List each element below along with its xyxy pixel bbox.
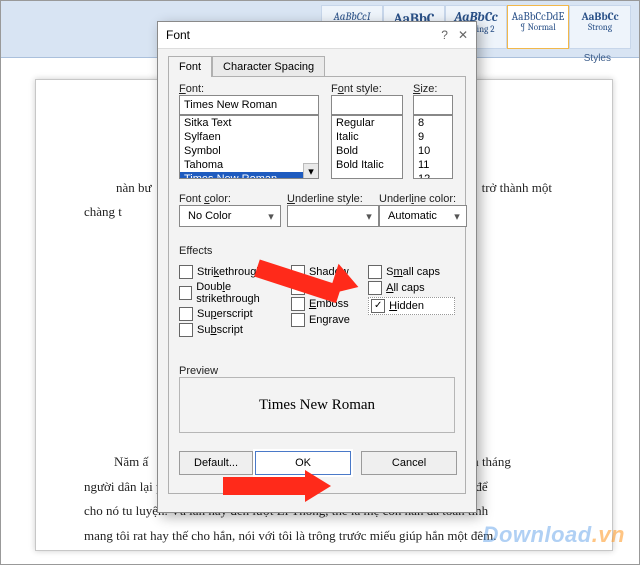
list-item[interactable]: Regular [332, 116, 402, 130]
style-strong[interactable]: AaBbCcStrong [569, 5, 631, 49]
body-text-3: chàng t [84, 200, 122, 225]
checkbox-subscript[interactable]: Subscript [179, 323, 291, 337]
dialog-titlebar[interactable]: Font ? ✕ [158, 22, 476, 49]
chevron-down-icon: ▾ [450, 209, 464, 223]
checkbox-double-strikethrough[interactable]: Double strikethrough [179, 281, 291, 305]
list-item[interactable]: Sylfaen [180, 130, 318, 144]
list-item[interactable]: 12 [414, 172, 452, 179]
font-style-input[interactable] [331, 95, 403, 115]
size-listbox[interactable]: 8 9 10 11 12 [413, 115, 453, 179]
style-normal[interactable]: AaBbCcDdE¶ Normal [507, 5, 569, 49]
checkbox-shadow[interactable]: Shadow [291, 265, 368, 279]
list-item[interactable]: 11 [414, 158, 452, 172]
list-item[interactable]: 9 [414, 130, 452, 144]
underline-style-combo[interactable]: ▾ [287, 205, 379, 227]
list-item-selected[interactable]: Times New Roman [180, 172, 318, 179]
label-underline-style: Underline style: [287, 193, 379, 205]
ok-button[interactable]: OK [255, 451, 351, 475]
list-item[interactable]: Tahoma [180, 158, 318, 172]
watermark: Download.vn [483, 522, 625, 548]
font-color-combo[interactable]: No Color ▾ [179, 205, 281, 227]
help-icon[interactable]: ? [441, 28, 448, 42]
checkbox-hidden[interactable]: Hidden [368, 297, 455, 315]
checkbox-strikethrough[interactable]: Strikethrough [179, 265, 291, 279]
dialog-title: Font [166, 28, 190, 42]
list-item[interactable]: 10 [414, 144, 452, 158]
list-item[interactable]: Bold [332, 144, 402, 158]
size-input[interactable] [413, 95, 453, 115]
tab-character-spacing[interactable]: Character Spacing [212, 56, 325, 77]
list-item[interactable]: Sitka Text [180, 116, 318, 130]
preview-text: Times New Roman [259, 397, 375, 414]
label-font-style: Font style: [331, 83, 403, 95]
font-dialog: Font ? ✕ Font Character Spacing Font: Ti… [157, 21, 477, 513]
body-text-2: trở thành một [482, 176, 552, 201]
close-icon[interactable]: ✕ [458, 28, 468, 42]
list-item[interactable]: Bold Italic [332, 158, 402, 172]
chevron-down-icon[interactable]: ▾ [303, 163, 318, 178]
checkbox-small-caps[interactable]: Small caps [368, 265, 455, 279]
body-text-1: nàn bư [116, 176, 152, 201]
label-effects: Effects [179, 245, 212, 257]
label-font: Font: [179, 83, 319, 95]
checkbox-engrave[interactable]: Engrave [291, 313, 368, 327]
tab-font[interactable]: Font [168, 56, 212, 77]
checkbox-emboss[interactable]: Emboss [291, 297, 368, 311]
list-item[interactable]: 8 [414, 116, 452, 130]
preview-box: Times New Roman [179, 377, 455, 433]
font-listbox[interactable]: Sitka Text Sylfaen Symbol Tahoma Times N… [179, 115, 319, 179]
chevron-down-icon: ▾ [264, 209, 278, 223]
font-style-listbox[interactable]: Regular Italic Bold Bold Italic [331, 115, 403, 179]
chevron-down-icon: ▾ [362, 209, 376, 223]
label-size: Size: [413, 83, 453, 95]
font-input[interactable]: Times New Roman [179, 95, 319, 115]
checkbox-all-caps[interactable]: All caps [368, 281, 455, 295]
underline-color-combo[interactable]: Automatic ▾ [379, 205, 467, 227]
checkbox-superscript[interactable]: Superscript [179, 307, 291, 321]
checkbox-outline[interactable]: Outline [291, 281, 368, 295]
tab-panel-font: Font: Times New Roman Sitka Text Sylfaen… [168, 76, 466, 494]
label-font-color: Font color: [179, 193, 281, 205]
default-button[interactable]: Default... [179, 451, 253, 475]
styles-group-label: Styles [584, 53, 611, 64]
list-item[interactable]: Italic [332, 130, 402, 144]
label-preview: Preview [179, 365, 218, 377]
list-item[interactable]: Symbol [180, 144, 318, 158]
label-underline-color: Underline color: [379, 193, 467, 205]
cancel-button[interactable]: Cancel [361, 451, 457, 475]
